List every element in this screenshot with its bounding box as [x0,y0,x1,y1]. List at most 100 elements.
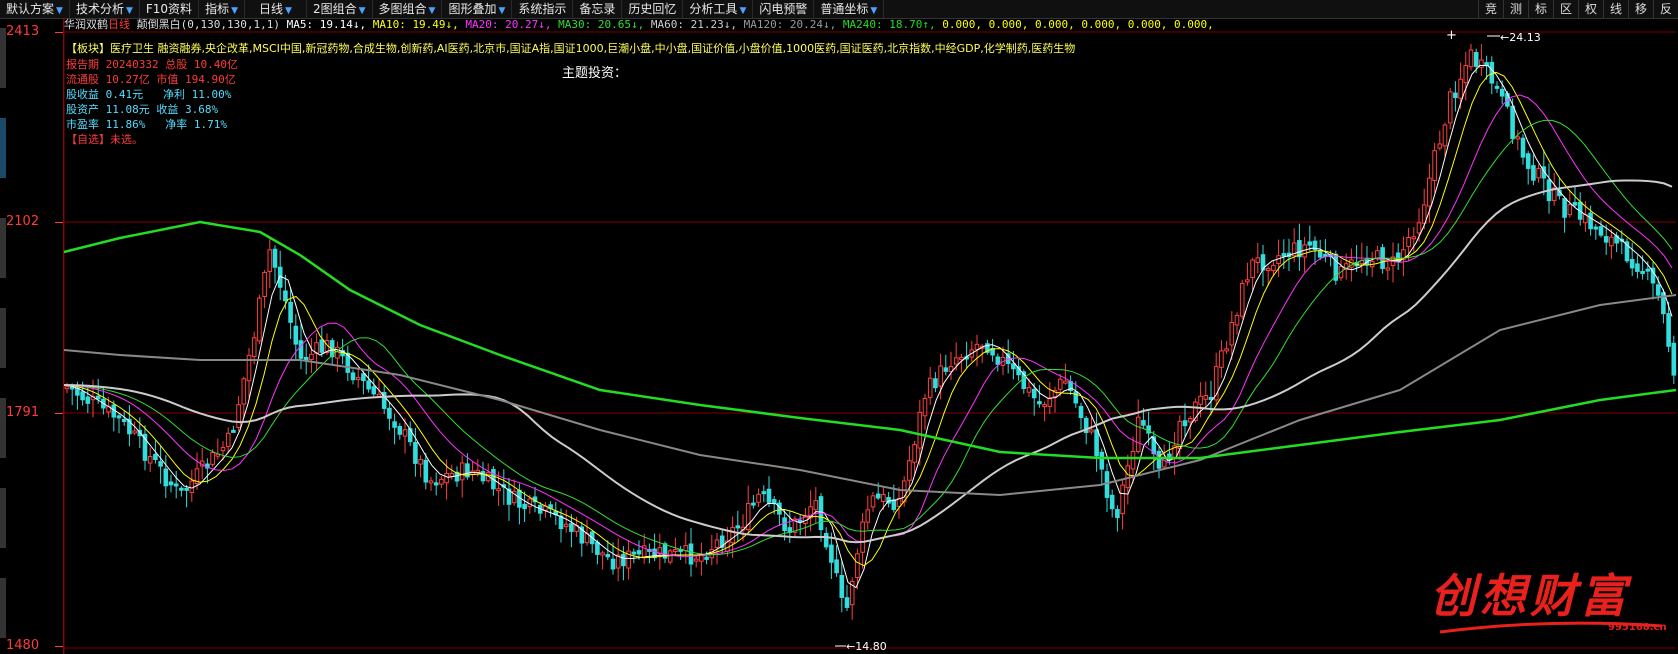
watermark-swoosh [1439,621,1663,634]
candle-body [875,493,881,499]
candle-body [1031,388,1037,399]
high-price-value: 24.13 [1509,31,1541,44]
candle-body [1562,198,1567,218]
candle-body [922,398,928,417]
pe-label: 市盈率 [66,118,99,131]
candle-body [371,386,377,395]
candle-body [413,442,418,464]
candle-body [1265,268,1271,272]
candle-body [714,539,720,549]
candle-body [1271,264,1276,272]
candle-body [392,421,397,428]
candle-body [667,550,673,563]
candle-body [433,482,439,486]
candle-body [865,509,871,523]
report-date-label: 报告期 [66,58,99,71]
candle-body [459,462,465,481]
candle-body [1120,484,1125,515]
candle-body [1520,137,1526,158]
candle-body [1250,259,1255,278]
candle-body [168,481,174,486]
theme-investment-label: 主题投资： [562,66,628,81]
candle-body [220,447,226,452]
bvps-label: 股资产 [66,103,99,116]
candle-body [288,301,293,323]
candle-body [1515,136,1521,140]
candle-body [1281,253,1287,257]
candle-body [444,472,449,484]
float-label: 流通股 [66,73,99,86]
candle-body [1499,88,1505,97]
candle-body [751,502,756,506]
candle-body [1598,226,1604,236]
candle-body [1385,267,1391,271]
candle-body [1567,204,1573,216]
candle-body [927,377,933,398]
candle-body [1026,387,1032,393]
candle-body [1635,263,1640,272]
candle-body [1089,429,1094,433]
candle-body [600,552,605,556]
candle-body [1094,429,1099,457]
candle-body [917,411,923,449]
candle-body [1125,465,1131,489]
candle-body [1609,236,1614,247]
candle-body [1239,282,1245,317]
candle-body [1156,450,1162,469]
candle-body [1525,153,1531,169]
candle-body [610,558,616,570]
candle-body [1629,258,1635,269]
candle-body [782,517,787,532]
candle-body [974,343,980,350]
candle-body [1078,405,1084,419]
candle-body [1099,451,1105,470]
candle-body [1182,420,1188,427]
total-shares-value: 10.40亿 [193,58,238,71]
candle-body [673,549,678,553]
candle-body [1666,313,1671,347]
candle-body [844,597,850,608]
candle-body [251,337,257,358]
candle-body [943,367,949,372]
candle-body [1011,363,1016,370]
candle-body [1473,52,1479,67]
candle-body [262,272,267,298]
npm-value: 1.71% [193,118,227,131]
candle-body [953,357,959,365]
candle-body [1510,105,1515,140]
candle-body [1057,378,1063,390]
candle-body [891,499,897,510]
bvps-value: 11.08元 [105,103,150,116]
candle-body [387,407,392,419]
mcap-label: 市值 [156,73,179,86]
fundamentals-row-4: 股资产 11.08元 收益 3.68% [66,101,218,117]
candle-body [366,380,371,390]
candle-body [283,290,288,302]
candle-body [688,543,694,565]
candle-body [813,500,819,511]
candle-body [761,491,767,495]
candle-body [350,372,356,381]
candle-body [1073,391,1079,404]
candle-body [1224,348,1229,352]
candle-body [1645,268,1651,272]
candle-body [1494,85,1500,89]
candle-body [210,452,215,465]
candle-body [995,356,1001,365]
candle-body [860,521,865,553]
candle-body [132,430,137,434]
candle-body [163,468,169,487]
candle-body [829,544,834,563]
candle-body [1115,509,1120,519]
candle-body [704,556,709,560]
candle-body [231,429,236,433]
candle-body [1479,59,1484,68]
kline-chart[interactable] [0,0,1678,654]
candle-body [1411,236,1417,240]
candle-body [236,404,241,429]
candle-body [1655,284,1661,296]
candle-body [1484,62,1489,66]
candle-body [1416,222,1422,234]
income-value: 3.68% [185,103,219,116]
candle-body [303,356,309,361]
